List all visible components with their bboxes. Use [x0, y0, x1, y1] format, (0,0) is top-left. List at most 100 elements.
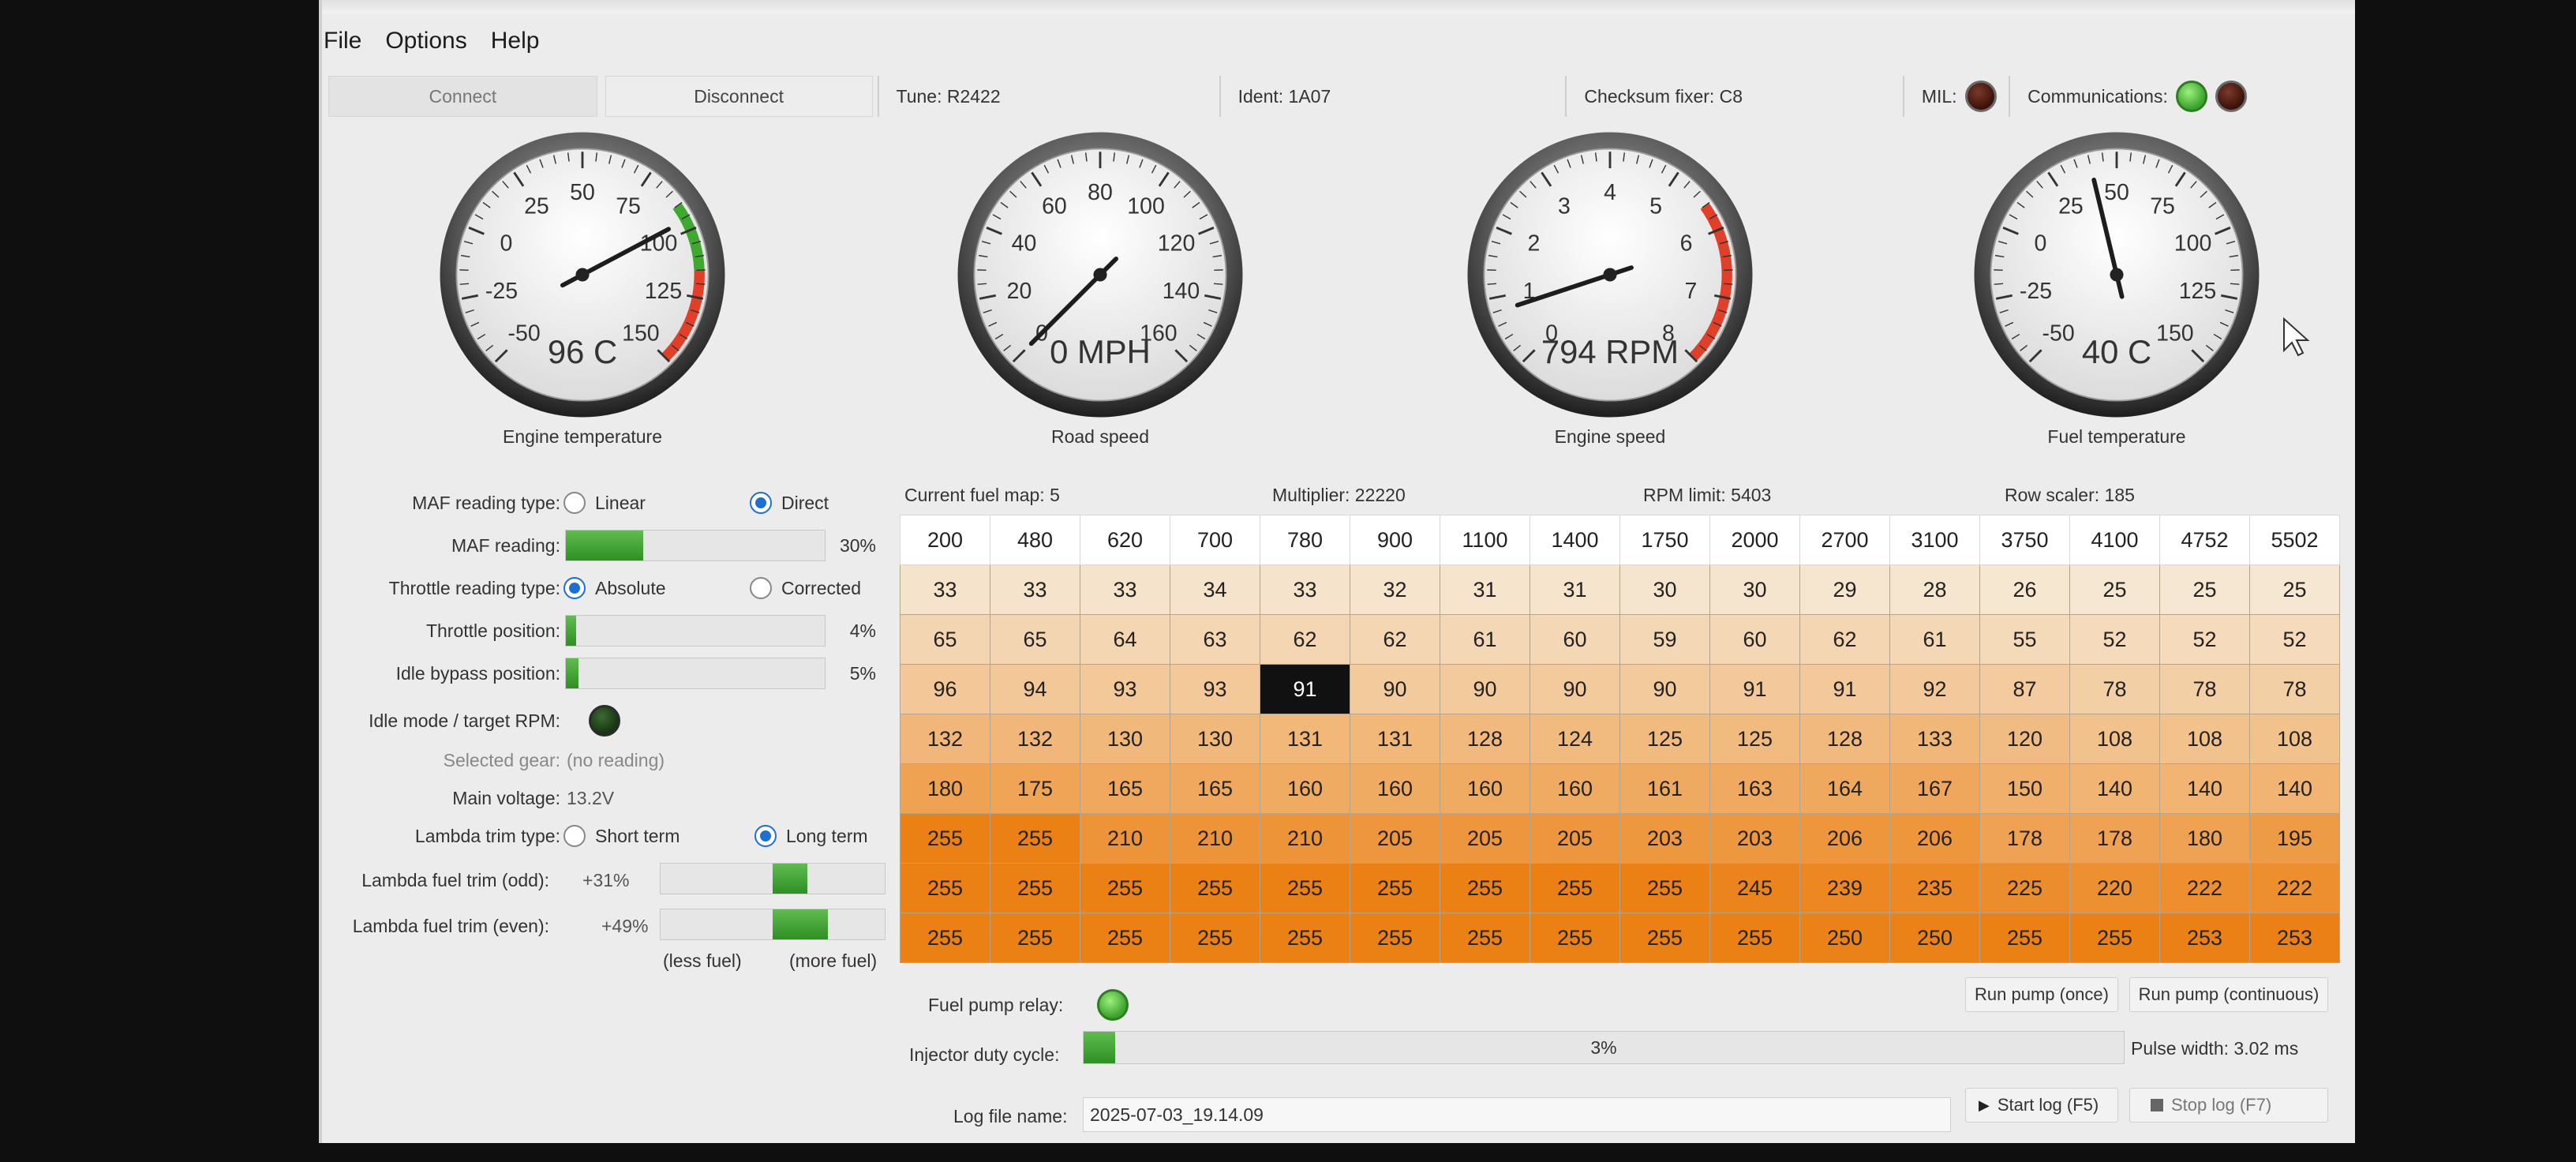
fuel-map-cell[interactable]: 62	[1799, 614, 1890, 665]
fuel-map-cell[interactable]: 255	[1440, 913, 1530, 963]
fuel-map-cell[interactable]: 222	[2249, 863, 2340, 913]
fuel-map-cell[interactable]: 178	[2069, 813, 2160, 864]
fuel-map-cell[interactable]: 253	[2249, 913, 2340, 963]
fuel-map-cell[interactable]: 203	[1619, 813, 1710, 864]
fuel-map-cell[interactable]: 160	[1530, 763, 1620, 814]
fuel-map-cell[interactable]: 255	[1350, 913, 1440, 963]
fuel-map-cell[interactable]: 255	[900, 813, 990, 864]
fuel-map-cell[interactable]: 28	[1889, 564, 1980, 615]
fuel-map-cell[interactable]: 225	[1979, 863, 2070, 913]
fuel-map-cell[interactable]: 33	[990, 564, 1080, 615]
fuel-map-cell[interactable]: 160	[1440, 763, 1530, 814]
fuel-map-cell[interactable]: 255	[2069, 913, 2160, 963]
fuel-map-cell[interactable]: 195	[2249, 813, 2340, 864]
fuel-map-cell[interactable]: 108	[2249, 714, 2340, 764]
fuel-map-cell[interactable]: 255	[1979, 913, 2070, 963]
fuel-map-cell[interactable]: 25	[2159, 564, 2250, 615]
fuel-map-cell[interactable]: 130	[1080, 714, 1170, 764]
fuel-map-cell[interactable]: 63	[1170, 614, 1260, 665]
fuel-map-cell[interactable]: 239	[1799, 863, 1890, 913]
fuel-map-cell[interactable]: 128	[1799, 714, 1890, 764]
fuel-map-cell[interactable]: 140	[2069, 763, 2160, 814]
fuel-map-cell[interactable]: 78	[2069, 664, 2160, 714]
fuel-map-cell[interactable]: 255	[1709, 913, 1800, 963]
fuel-map-cell[interactable]: 255	[1530, 863, 1620, 913]
fuel-map-cell[interactable]: 205	[1440, 813, 1530, 864]
fuel-map-cell[interactable]: 255	[990, 813, 1080, 864]
fuel-map-cell[interactable]: 250	[1799, 913, 1890, 963]
fuel-map-cell[interactable]: 131	[1260, 714, 1350, 764]
fuel-map-cell[interactable]: 91	[1709, 664, 1800, 714]
fuel-map-cell[interactable]: 180	[900, 763, 990, 814]
fuel-map-cell[interactable]: 59	[1619, 614, 1710, 665]
fuel-map-cell[interactable]: 90	[1350, 664, 1440, 714]
fuel-map-cell[interactable]: 65	[900, 614, 990, 665]
fuel-map-cell[interactable]: 175	[990, 763, 1080, 814]
fuel-map-cell[interactable]: 255	[1619, 863, 1710, 913]
fuel-map-cell[interactable]: 91	[1799, 664, 1890, 714]
fuel-map-cell[interactable]: 255	[1170, 913, 1260, 963]
fuel-map-cell[interactable]: 131	[1350, 714, 1440, 764]
fuel-map-cell[interactable]: 206	[1799, 813, 1890, 864]
fuel-map-cell[interactable]: 92	[1889, 664, 1980, 714]
fuel-map-cell[interactable]: 125	[1619, 714, 1710, 764]
fuel-map-cell[interactable]: 78	[2249, 664, 2340, 714]
fuel-map-cell[interactable]: 25	[2249, 564, 2340, 615]
fuel-map-cell[interactable]: 255	[1440, 863, 1530, 913]
fuel-map-cell[interactable]: 205	[1530, 813, 1620, 864]
fuel-map-cell[interactable]: 91	[1260, 664, 1350, 714]
radio-selected-icon[interactable]	[754, 824, 777, 847]
fuel-map-cell[interactable]: 255	[1080, 863, 1170, 913]
fuel-map-cell[interactable]: 255	[1170, 863, 1260, 913]
fuel-map-cell[interactable]: 90	[1619, 664, 1710, 714]
fuel-map-cell[interactable]: 87	[1979, 664, 2070, 714]
fuel-map-cell[interactable]: 108	[2159, 714, 2250, 764]
throttle-type-corrected-option[interactable]: Corrected	[750, 568, 861, 608]
disconnect-button[interactable]: Disconnect	[605, 76, 873, 117]
fuel-map-cell[interactable]: 255	[900, 863, 990, 913]
fuel-map-cell[interactable]: 55	[1979, 614, 2070, 665]
maf-type-direct-option[interactable]: Direct	[750, 483, 829, 523]
fuel-map-cell[interactable]: 26	[1979, 564, 2070, 615]
fuel-map-cell[interactable]: 222	[2159, 863, 2250, 913]
fuel-map-cell[interactable]: 140	[2159, 763, 2250, 814]
fuel-map-cell[interactable]: 30	[1619, 564, 1710, 615]
fuel-map-cell[interactable]: 253	[2159, 913, 2250, 963]
fuel-map-cell[interactable]: 65	[990, 614, 1080, 665]
fuel-map-cell[interactable]: 163	[1709, 763, 1800, 814]
log-file-input[interactable]: 2025-07-03_19.14.09	[1083, 1097, 1951, 1132]
fuel-map-cell[interactable]: 132	[900, 714, 990, 764]
fuel-map-cell[interactable]: 31	[1530, 564, 1620, 615]
fuel-map-cell[interactable]: 210	[1080, 813, 1170, 864]
fuel-map-cell[interactable]: 255	[1350, 863, 1440, 913]
fuel-map-cell[interactable]: 33	[1080, 564, 1170, 615]
fuel-map-cell[interactable]: 255	[1080, 913, 1170, 963]
fuel-map-cell[interactable]: 64	[1080, 614, 1170, 665]
fuel-map-cell[interactable]: 245	[1709, 863, 1800, 913]
radio-icon[interactable]	[564, 491, 586, 514]
radio-selected-icon[interactable]	[564, 576, 586, 599]
lambda-type-short-option[interactable]: Short term	[564, 816, 680, 856]
run-pump-once-button[interactable]: Run pump (once)	[1965, 977, 2118, 1012]
fuel-map-cell[interactable]: 160	[1350, 763, 1440, 814]
fuel-map-cell[interactable]: 255	[1530, 913, 1620, 963]
fuel-map-cell[interactable]: 150	[1979, 763, 2070, 814]
fuel-map-cell[interactable]: 61	[1440, 614, 1530, 665]
fuel-map-cell[interactable]: 124	[1530, 714, 1620, 764]
fuel-map-cell[interactable]: 133	[1889, 714, 1980, 764]
fuel-map-cell[interactable]: 165	[1170, 763, 1260, 814]
fuel-map-cell[interactable]: 108	[2069, 714, 2160, 764]
fuel-map-cell[interactable]: 25	[2069, 564, 2160, 615]
fuel-map-cell[interactable]: 31	[1440, 564, 1530, 615]
fuel-map-cell[interactable]: 178	[1979, 813, 2070, 864]
fuel-map-cell[interactable]: 90	[1530, 664, 1620, 714]
fuel-map-cell[interactable]: 32	[1350, 564, 1440, 615]
fuel-map-cell[interactable]: 220	[2069, 863, 2160, 913]
fuel-map-cell[interactable]: 140	[2249, 763, 2340, 814]
fuel-map-cell[interactable]: 33	[1260, 564, 1350, 615]
fuel-map-cell[interactable]: 130	[1170, 714, 1260, 764]
fuel-map-cell[interactable]: 255	[900, 913, 990, 963]
lambda-type-long-option[interactable]: Long term	[754, 816, 868, 856]
fuel-map-cell[interactable]: 210	[1170, 813, 1260, 864]
fuel-map-cell[interactable]: 250	[1889, 913, 1980, 963]
